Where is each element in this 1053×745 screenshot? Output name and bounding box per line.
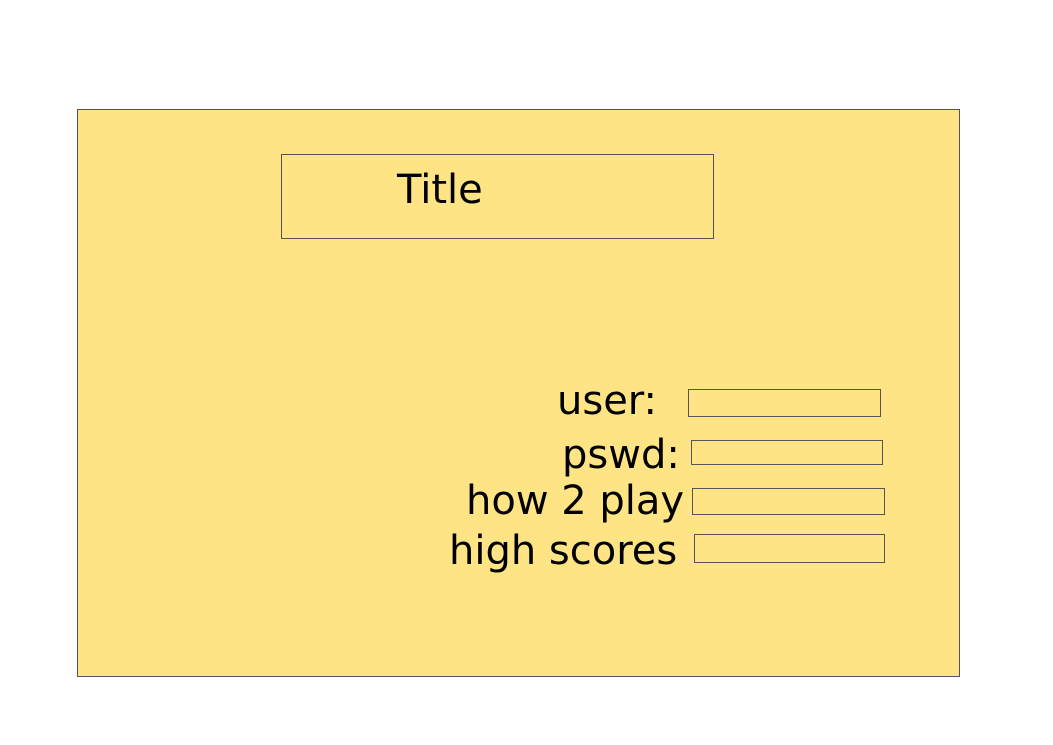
title-box — [281, 154, 714, 239]
high-scores-button[interactable] — [694, 534, 885, 563]
wireframe-canvas: Title user: pswd: how 2 play high scores — [0, 0, 1053, 745]
high-scores-label: high scores — [449, 528, 678, 574]
password-label: pswd: — [562, 432, 680, 478]
user-input[interactable] — [688, 389, 881, 417]
user-label: user: — [557, 378, 658, 424]
page-title: Title — [397, 167, 483, 213]
how-to-play-button[interactable] — [692, 488, 885, 515]
password-input[interactable] — [691, 440, 883, 465]
how-to-play-label: how 2 play — [466, 478, 685, 524]
